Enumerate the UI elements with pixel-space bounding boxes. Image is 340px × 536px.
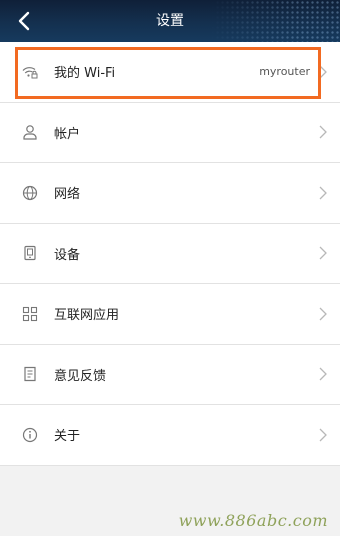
- menu-item-label: 网络: [54, 187, 81, 203]
- chevron-right-icon: [319, 246, 327, 260]
- grid-icon: [22, 306, 38, 322]
- menu-item-label: 关于: [54, 429, 81, 445]
- wifi-lock-icon: [22, 64, 38, 80]
- menu-item-wifi[interactable]: 我的 Wi-Fi myrouter: [0, 42, 340, 103]
- menu-item-internet-apps[interactable]: 互联网应用: [0, 284, 340, 345]
- menu-item-label: 设备: [54, 247, 81, 263]
- page-title: 设置: [156, 13, 184, 29]
- menu-item-account[interactable]: 帐户: [0, 103, 340, 163]
- menu-item-label: 我的 Wi-Fi: [54, 66, 116, 82]
- settings-list: 我的 Wi-Fi myrouter 帐户 网络 设备 互联网应用 意见反馈 关于: [0, 42, 340, 466]
- chevron-right-icon: [319, 65, 327, 79]
- menu-item-label: 帐户: [54, 126, 81, 142]
- menu-item-about[interactable]: 关于: [0, 405, 340, 466]
- chevron-right-icon: [319, 428, 327, 442]
- menu-item-devices[interactable]: 设备: [0, 224, 340, 284]
- watermark-text: www.886abc.com: [178, 511, 328, 530]
- wifi-name-value: myrouter: [259, 65, 310, 79]
- chevron-right-icon: [319, 367, 327, 381]
- info-icon: [22, 427, 38, 443]
- user-icon: [22, 124, 38, 140]
- menu-item-feedback[interactable]: 意见反馈: [0, 345, 340, 405]
- app-header: 设置: [0, 0, 340, 42]
- device-icon: [22, 245, 38, 261]
- globe-icon: [22, 185, 38, 201]
- chevron-right-icon: [319, 125, 327, 139]
- menu-item-label: 互联网应用: [54, 308, 120, 324]
- feedback-icon: [22, 366, 38, 382]
- chevron-right-icon: [319, 186, 327, 200]
- menu-item-network[interactable]: 网络: [0, 163, 340, 224]
- chevron-right-icon: [319, 307, 327, 321]
- menu-item-label: 意见反馈: [54, 368, 107, 384]
